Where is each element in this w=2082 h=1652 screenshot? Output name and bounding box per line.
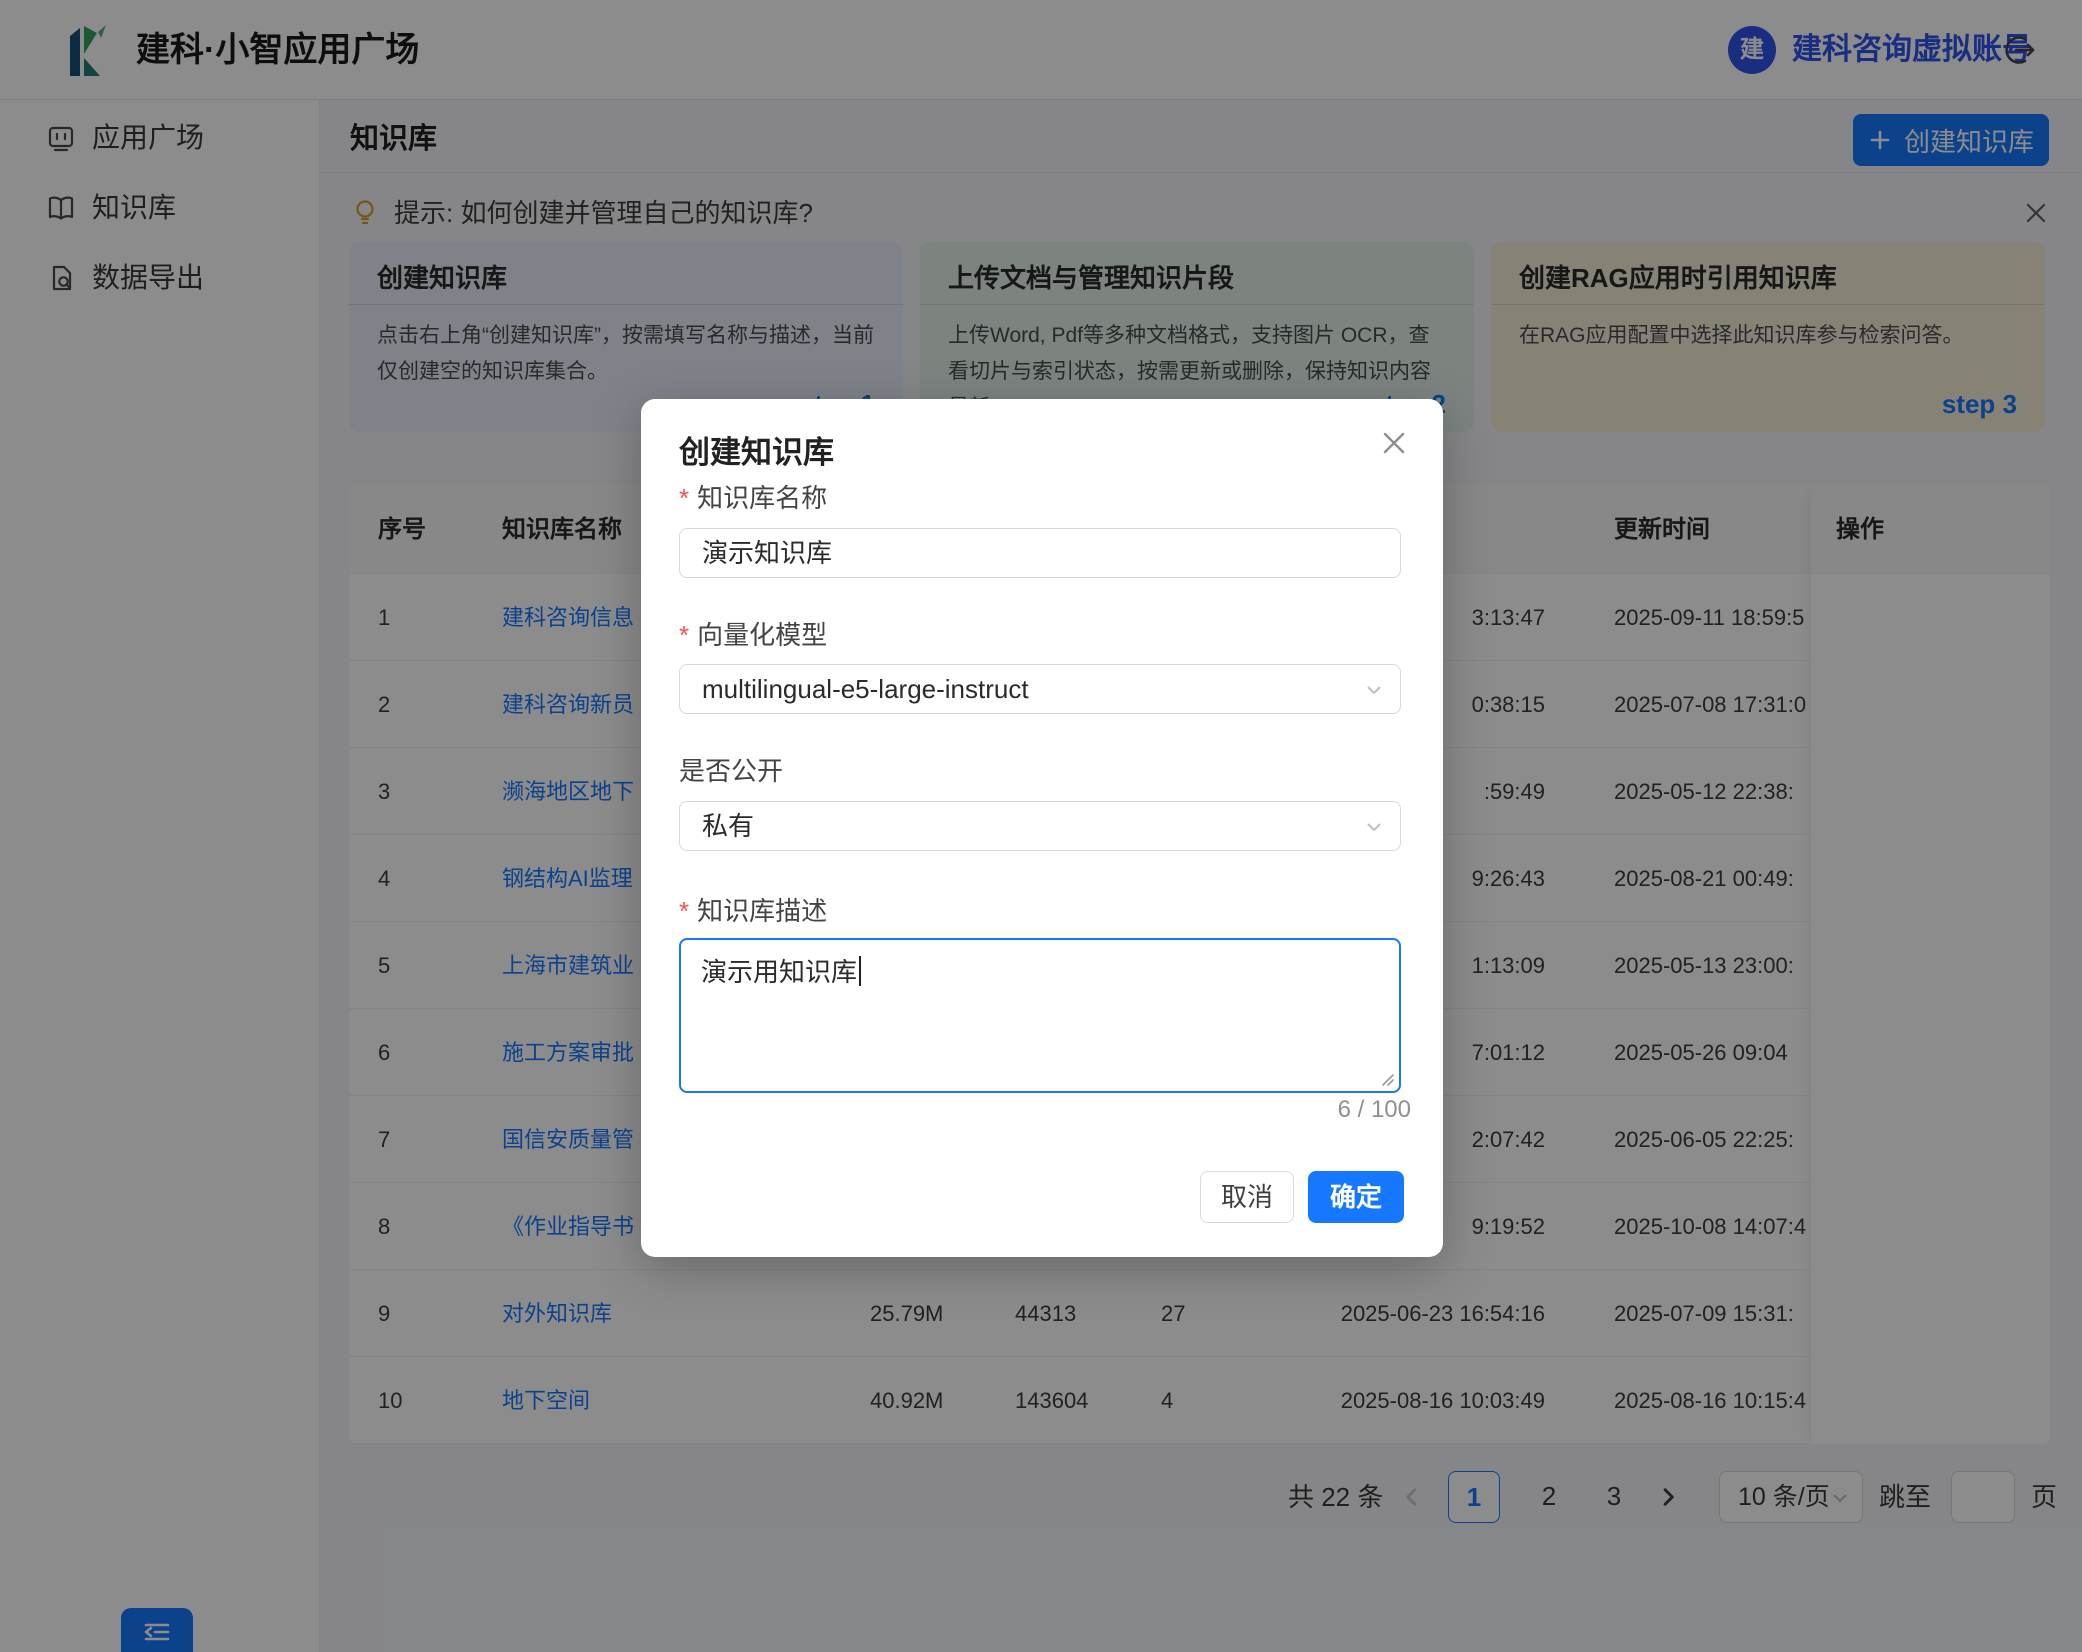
kb-name-value: 演示知识库: [702, 538, 832, 568]
char-counter: 6 / 100: [1338, 1096, 1411, 1124]
required-asterisk: *: [679, 620, 689, 650]
cancel-button[interactable]: 取消: [1200, 1171, 1294, 1223]
required-asterisk: *: [679, 896, 689, 926]
resize-handle-icon[interactable]: [1379, 1071, 1395, 1087]
modal-title: 创建知识库: [679, 427, 834, 472]
create-kb-modal: 创建知识库 *知识库名称 演示知识库 *向量化模型 multilingual-e…: [641, 399, 1443, 1257]
text-caret: [859, 956, 861, 986]
kb-name-input[interactable]: 演示知识库: [679, 528, 1401, 578]
required-asterisk: *: [679, 483, 689, 513]
chevron-down-icon: [1364, 680, 1384, 700]
embedding-model-value: multilingual-e5-large-instruct: [702, 674, 1029, 704]
visibility-value: 私有: [702, 811, 754, 841]
embedding-model-label: *向量化模型: [679, 615, 827, 655]
confirm-button[interactable]: 确定: [1308, 1171, 1404, 1223]
modal-close-icon[interactable]: [1377, 426, 1411, 460]
kb-description-textarea[interactable]: 演示用知识库: [679, 938, 1401, 1093]
kb-description-value: 演示用知识库: [701, 957, 857, 987]
app-window: 建科·小智应用广场 建 建科咨询虚拟账号 应用广场: [0, 0, 2082, 1652]
kb-description-label: *知识库描述: [679, 891, 827, 931]
embedding-model-select[interactable]: multilingual-e5-large-instruct: [679, 664, 1401, 714]
visibility-label: 是否公开: [679, 751, 783, 791]
chevron-down-icon: [1364, 817, 1384, 837]
visibility-select[interactable]: 私有: [679, 801, 1401, 851]
kb-name-label: *知识库名称: [679, 478, 827, 518]
